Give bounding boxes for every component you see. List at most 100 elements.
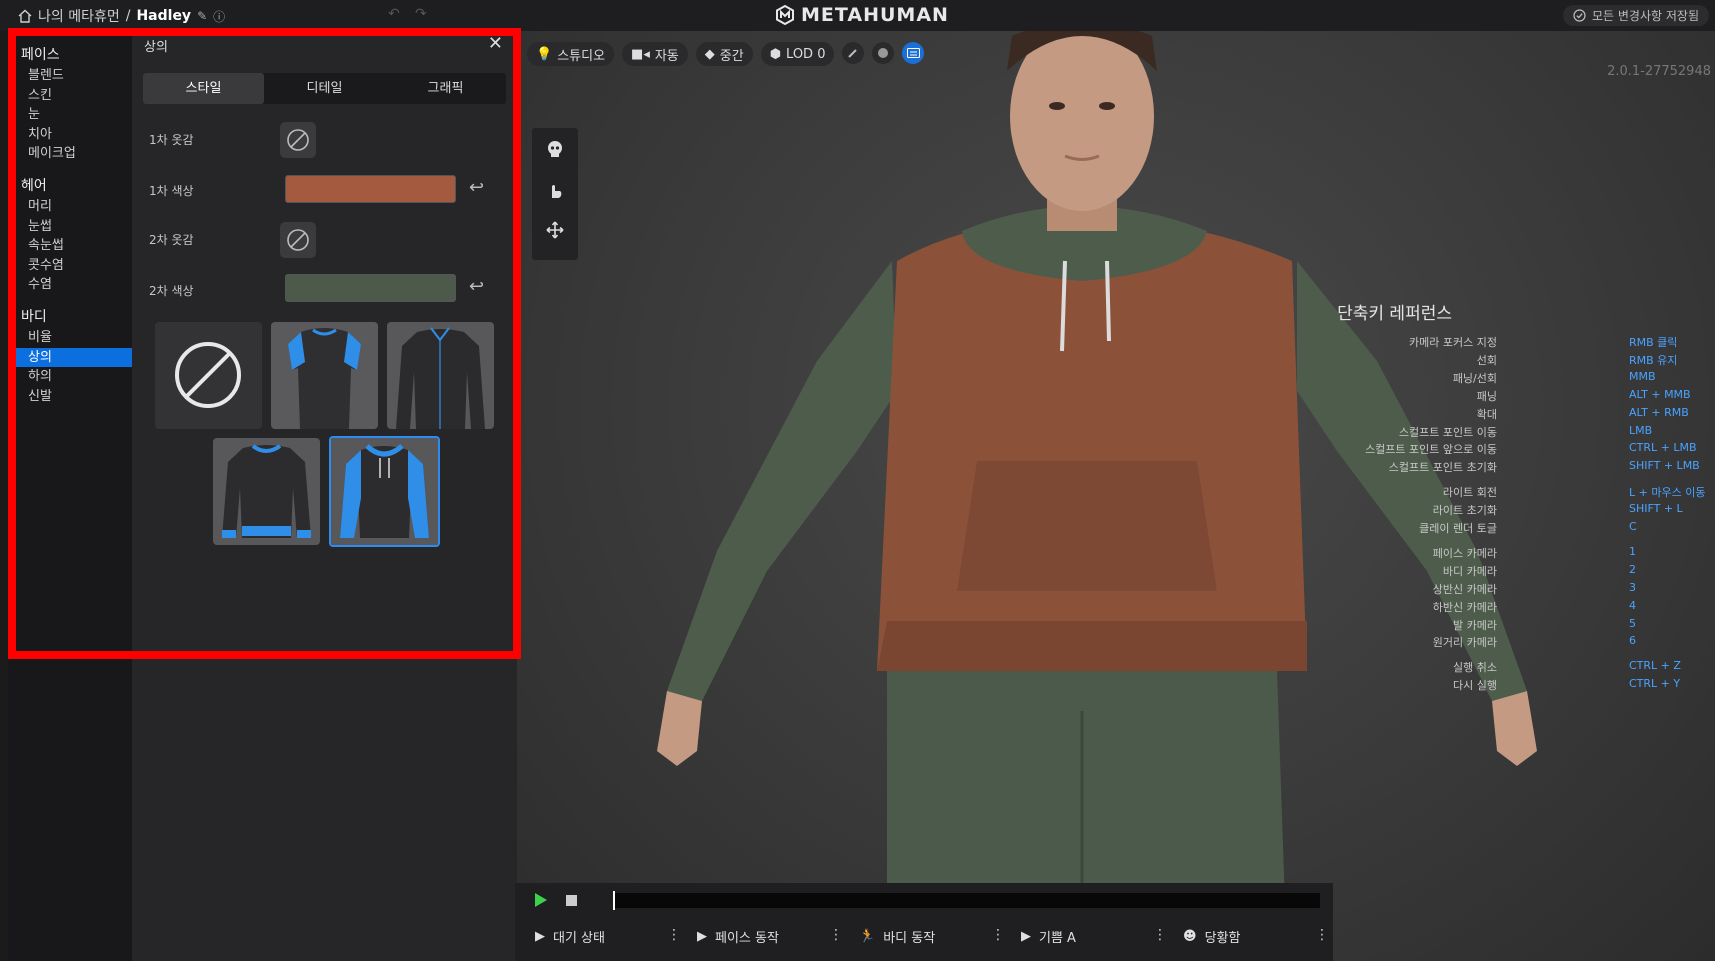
shortcut-row: 라이트 초기화 SHIFT + L [517, 502, 1715, 520]
nav-item-bottom[interactable]: 하의 [8, 367, 132, 387]
more-icon[interactable]: ⋮ [667, 927, 681, 943]
undo-icon[interactable]: ↶ [388, 6, 400, 22]
animation-presets: ▶ 대기 상태 ⋮ ▶ 페이스 동작 ⋮ 🏃 바디 동작 ⋮ ▶ 기쁨 A ⋮ ☻ 당황함 ⋮ [529, 919, 1339, 953]
shortcut-action: 바디 카메라 [1442, 564, 1497, 578]
keyboard-shortcuts-icon[interactable] [902, 42, 925, 64]
lod-button[interactable]: ⬢ LOD 0 [760, 42, 835, 66]
secondary-color-swatch[interactable] [285, 274, 456, 302]
play-circle-icon: ▶ [1021, 928, 1031, 944]
shortcut-key: RMB 클릭 [1629, 336, 1678, 349]
shortcut-key: 6 [1629, 634, 1636, 648]
secondary-garment-label: 2차 옷감 [149, 233, 194, 247]
nav-item-skin[interactable]: 스킨 [8, 86, 132, 106]
close-icon[interactable]: ✕ [488, 33, 503, 54]
secondary-garment-none-button[interactable] [280, 222, 316, 258]
preset-idle[interactable]: ▶ 대기 상태 ⋮ [529, 919, 691, 953]
tab-graphic[interactable]: 그래픽 [385, 73, 506, 104]
nav-section-body[interactable]: 바디 [8, 307, 132, 328]
more-icon[interactable]: ⋮ [829, 927, 843, 943]
shortcut-action: 발 카메라 [1453, 618, 1497, 632]
lighting-button[interactable]: 💡 스튜디오 [527, 42, 615, 66]
more-icon[interactable]: ⋮ [991, 927, 1005, 943]
preset-embarrassed[interactable]: ☻ 당황함 ⋮ [1177, 919, 1339, 953]
shortcut-row: 패닝/선회 MMB [517, 370, 1715, 388]
primary-garment-none-button[interactable] [280, 122, 316, 158]
shortcut-action: 스컬프트 포인트 초기화 [1388, 461, 1497, 475]
breadcrumb: 나의 메타휴먼 / Hadley ✎ ⓘ [18, 6, 225, 26]
garment-thumb-button-shirt[interactable] [387, 322, 494, 429]
nav-item-mustache[interactable]: 콧수염 [8, 256, 132, 276]
nav-item-head-hair[interactable]: 머리 [8, 197, 132, 217]
shortcut-row: 패닝 ALT + MMB [517, 388, 1715, 406]
nav-item-eyebrows[interactable]: 눈썹 [8, 217, 132, 237]
timeline-playhead[interactable] [613, 891, 615, 910]
shortcut-key: CTRL + Y [1629, 677, 1681, 691]
more-icon[interactable]: ⋮ [1315, 927, 1329, 943]
reset-secondary-color-icon[interactable]: ↩ [469, 276, 484, 297]
shortcut-action: 패닝 [1476, 389, 1497, 403]
play-icon[interactable] [535, 893, 547, 907]
tshirt-icon [271, 322, 378, 429]
nav-item-eyelashes[interactable]: 속눈썹 [8, 236, 132, 256]
character-viewport[interactable]: 💡 스튜디오 ■◂ 자동 ◆ 중간 ⬢ LOD 0 2.0.1-27752948 단축키… [517, 31, 1715, 961]
top-garment-panel: 상의 ✕ 스타일 디테일 그래픽 1차 옷감 1차 색상 ↩ 2차 옷감 2차 … [132, 31, 517, 961]
breadcrumb-root[interactable]: 나의 메타휴먼 [38, 6, 120, 26]
nav-item-eyes[interactable]: 눈 [8, 105, 132, 125]
nav-item-blend[interactable]: 블렌드 [8, 66, 132, 86]
shortcut-row: 원거리 카메라 6 [517, 634, 1715, 652]
home-icon[interactable] [18, 9, 32, 23]
quality-button[interactable]: ◆ 중간 [695, 42, 753, 66]
timeline-track[interactable] [613, 893, 1320, 908]
nav-item-beard[interactable]: 수염 [8, 275, 132, 295]
stop-icon[interactable] [566, 895, 577, 906]
shortcut-row: 라이트 회전 L + 마우스 이동 [517, 484, 1715, 502]
shortcut-row: 발 카메라 5 [517, 617, 1715, 635]
hand-pointer-icon[interactable] [545, 180, 565, 200]
garment-thumb-none[interactable] [155, 322, 262, 429]
logo-text: METAHUMAN [801, 4, 949, 26]
preset-joy-a[interactable]: ▶ 기쁨 A ⋮ [1015, 919, 1177, 953]
shortcut-action: 스컬프트 포인트 이동 [1398, 425, 1497, 439]
category-nav: 페이스 블렌드 스킨 눈 치아 메이크업 헤어 머리 눈썹 속눈썹 콧수염 수염… [8, 31, 132, 961]
preset-embarrassed-label: 당황함 [1204, 930, 1241, 946]
viewport-side-tools [532, 128, 578, 260]
brush-icon[interactable] [842, 42, 865, 64]
garment-thumb-tshirt[interactable] [271, 322, 378, 429]
garment-thumb-hoodie[interactable] [329, 436, 440, 547]
shortcut-action: 카메라 포커스 지정 [1409, 336, 1497, 349]
version-label: 2.0.1-27752948 [1607, 64, 1711, 79]
clay-render-icon[interactable] [872, 42, 895, 64]
nav-item-teeth[interactable]: 치아 [8, 125, 132, 145]
more-icon[interactable]: ⋮ [1153, 927, 1167, 943]
shortcut-key: ALT + RMB [1629, 405, 1689, 419]
nav-item-shoes[interactable]: 신발 [8, 387, 132, 407]
primary-color-swatch[interactable] [285, 175, 456, 203]
preset-face-motion[interactable]: ▶ 페이스 동작 ⋮ [691, 919, 853, 953]
garment-thumb-sweater[interactable] [213, 438, 320, 545]
preset-body-motion[interactable]: 🏃 바디 동작 ⋮ [853, 919, 1015, 953]
shortcut-action: 실행 취소 [1453, 661, 1497, 675]
reset-primary-color-icon[interactable]: ↩ [469, 177, 484, 198]
lod-label: LOD 0 [786, 46, 826, 62]
move-icon[interactable] [545, 220, 565, 240]
nav-section-face[interactable]: 페이스 [8, 45, 132, 66]
viewport-toolbar: 💡 스튜디오 ■◂ 자동 ◆ 중간 ⬢ LOD 0 [527, 42, 925, 66]
nav-item-top[interactable]: 상의 [16, 347, 132, 368]
gem-icon: ◆ [704, 46, 715, 62]
primary-color-label: 1차 색상 [149, 184, 194, 198]
play-circle-icon: ▶ [697, 928, 707, 944]
skull-icon[interactable] [545, 139, 565, 159]
redo-icon[interactable]: ↷ [415, 6, 427, 22]
shortcut-key: 4 [1629, 598, 1636, 612]
edit-icon[interactable]: ✎ [197, 9, 207, 23]
tab-style[interactable]: 스타일 [143, 73, 264, 104]
help-icon[interactable]: ⓘ [213, 8, 225, 25]
nav-item-makeup[interactable]: 메이크업 [8, 144, 132, 164]
nav-item-proportions[interactable]: 비율 [8, 328, 132, 348]
tab-detail[interactable]: 디테일 [264, 73, 385, 104]
camera-button[interactable]: ■◂ 자동 [622, 42, 688, 66]
shortcut-row: 선회 RMB 유지 [517, 352, 1715, 370]
nav-section-hair[interactable]: 헤어 [8, 176, 132, 197]
shortcut-action: 스컬프트 포인트 앞으로 이동 [1365, 443, 1497, 457]
preset-face-motion-label: 페이스 동작 [715, 930, 779, 946]
